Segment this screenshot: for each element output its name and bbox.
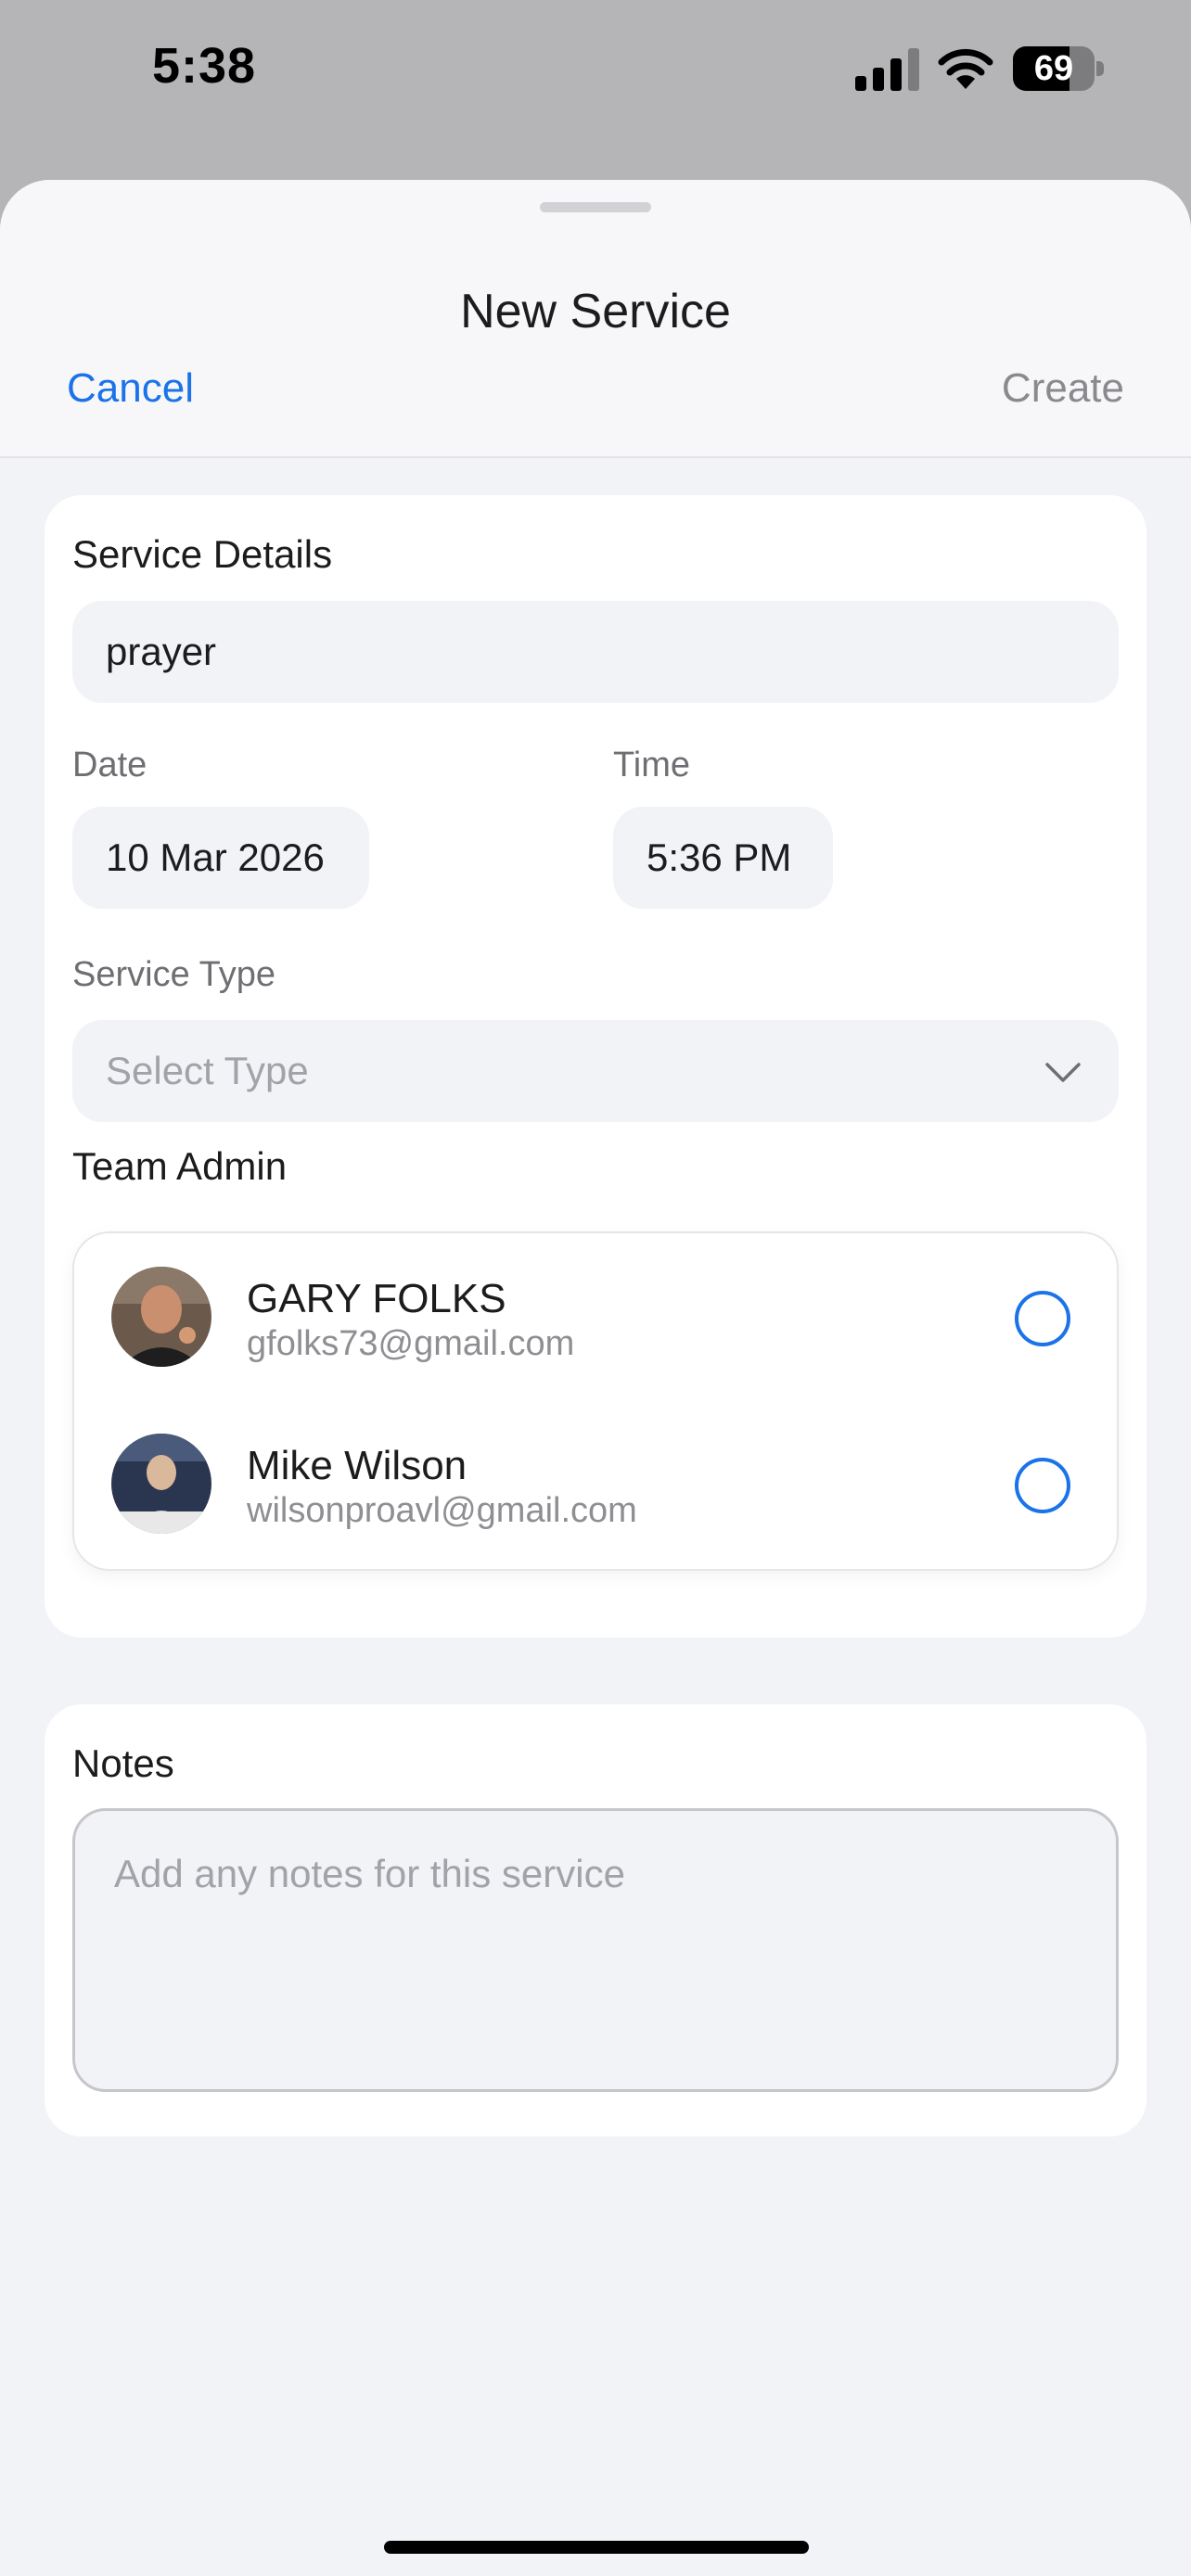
sheet-grabber[interactable] <box>540 202 651 212</box>
cancel-button[interactable]: Cancel <box>67 365 194 412</box>
new-service-sheet: New Service Cancel Create Service Detail… <box>0 180 1191 2576</box>
time-picker[interactable]: 5:36 PM <box>613 807 833 909</box>
admin-name: Mike Wilson <box>247 1443 467 1488</box>
create-button[interactable]: Create <box>1002 365 1124 412</box>
service-details-title: Service Details <box>72 532 333 576</box>
home-indicator[interactable] <box>384 2541 809 2554</box>
team-admin-list: GARY FOLKS gfolks73@gmail.com Mike Wilso… <box>72 1231 1119 1571</box>
date-label: Date <box>72 746 147 784</box>
sheet-title: New Service <box>460 285 731 338</box>
admin-email: wilsonproavl@gmail.com <box>247 1491 637 1530</box>
time-label: Time <box>613 746 691 784</box>
status-time: 5:38 <box>152 38 257 94</box>
service-type-select[interactable]: Select Type <box>72 1020 1119 1122</box>
service-type-label: Service Type <box>72 955 275 994</box>
wifi-icon <box>938 48 993 89</box>
battery-level: 69 <box>1033 49 1074 88</box>
date-picker[interactable]: 10 Mar 2026 <box>72 807 369 909</box>
chevron-down-icon <box>1045 1063 1081 1082</box>
admin-row-mike-wilson[interactable]: Mike Wilson wilsonproavl@gmail.com <box>74 1408 1117 1556</box>
admin-email: gfolks73@gmail.com <box>247 1324 575 1363</box>
service-details-card: Service Details prayer Date 10 Mar 2026 … <box>45 495 1146 1638</box>
notes-title: Notes <box>72 1741 174 1785</box>
admin-row-gary-folks[interactable]: GARY FOLKS gfolks73@gmail.com <box>74 1241 1117 1389</box>
team-admin-title: Team Admin <box>72 1144 288 1188</box>
status-bar: 5:38 69 <box>0 0 1191 139</box>
service-type-placeholder: Select Type <box>106 1049 309 1092</box>
notes-card: Notes Add any notes for this service <box>45 1704 1146 2136</box>
cellular-signal-icon <box>855 48 919 91</box>
avatar <box>111 1267 211 1367</box>
admin-select-radio[interactable] <box>1015 1291 1070 1346</box>
battery-icon: 69 <box>1013 46 1104 91</box>
admin-name: GARY FOLKS <box>247 1276 506 1321</box>
sheet-header: New Service Cancel Create <box>0 180 1191 458</box>
admin-select-radio[interactable] <box>1015 1458 1070 1513</box>
avatar <box>111 1434 211 1534</box>
notes-textarea[interactable]: Add any notes for this service <box>72 1808 1119 2092</box>
service-name-input[interactable]: prayer <box>72 601 1119 703</box>
